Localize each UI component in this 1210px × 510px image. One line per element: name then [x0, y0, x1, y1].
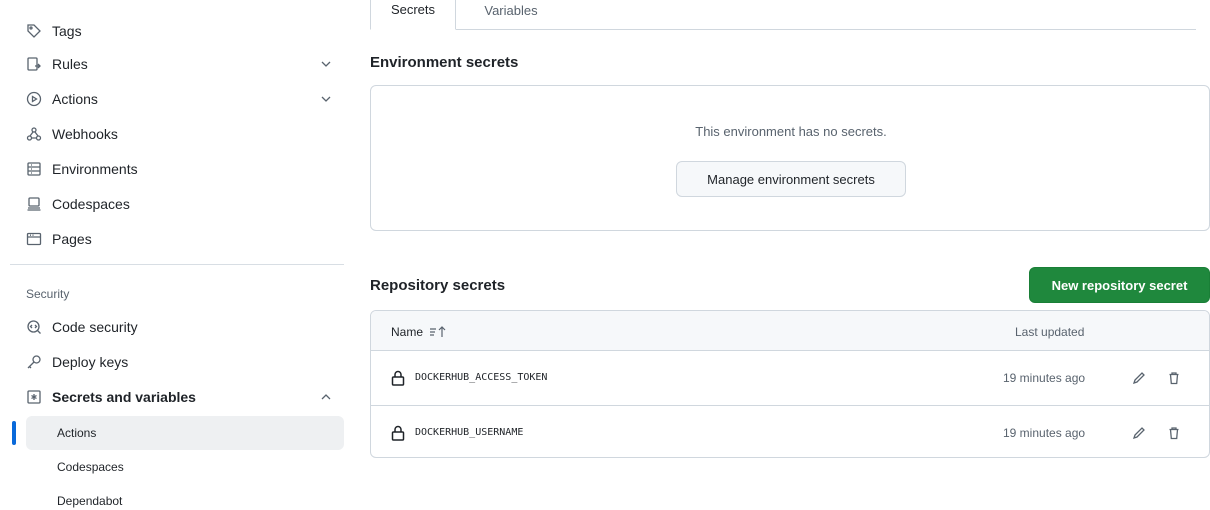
chevron-down-icon[interactable]: [320, 92, 332, 104]
sidebar-item-label: Secrets and variables: [52, 389, 196, 405]
chevron-up-icon[interactable]: [320, 390, 332, 402]
sidebar-subitem-dependabot[interactable]: Dependabot: [26, 484, 344, 510]
secret-name: DOCKERHUB_ACCESS_TOKEN: [415, 372, 548, 383]
sidebar-item-rules[interactable]: Rules: [18, 47, 344, 81]
key-icon: [26, 354, 42, 370]
tab-variables[interactable]: Variables: [466, 0, 556, 30]
table-row: DOCKERHUB_ACCESS_TOKEN 19 minutes ago: [371, 351, 1209, 405]
last-updated-column-header: Last updated: [1015, 325, 1085, 339]
active-indicator: [12, 421, 16, 445]
lock-icon: [391, 425, 405, 441]
lock-icon: [391, 370, 405, 386]
sidebar-item-label: Rules: [52, 56, 88, 72]
sidebar-item-code-security[interactable]: Code security: [18, 310, 344, 344]
table-row: DOCKERHUB_USERNAME 19 minutes ago: [371, 405, 1209, 457]
sidebar-item-environments[interactable]: Environments: [18, 152, 344, 186]
sidebar-item-codespaces[interactable]: Codespaces: [18, 187, 344, 221]
sidebar-item-label: Pages: [52, 231, 92, 247]
sidebar-subitem-codespaces[interactable]: Codespaces: [26, 450, 344, 484]
sidebar-item-label: Environments: [52, 161, 138, 177]
environment-secrets-panel: This environment has no secrets. Manage …: [370, 85, 1210, 231]
webhook-icon: [26, 126, 42, 142]
secrets-variables-tabs: Secrets Variables: [370, 0, 1196, 30]
table-header: Name Last updated: [371, 311, 1209, 351]
sidebar-item-label: Codespaces: [52, 196, 130, 212]
pencil-icon[interactable]: [1129, 368, 1149, 388]
sidebar-item-label: Webhooks: [52, 126, 118, 142]
browser-icon: [26, 231, 42, 247]
play-icon: [26, 91, 42, 107]
trash-icon[interactable]: [1164, 368, 1184, 388]
codescan-icon: [26, 319, 42, 335]
chevron-down-icon[interactable]: [320, 57, 332, 69]
environment-secrets-heading: Environment secrets: [370, 54, 519, 71]
trash-icon[interactable]: [1164, 423, 1184, 443]
codespaces-icon: [26, 196, 42, 212]
sidebar-divider: [10, 264, 344, 265]
pencil-icon[interactable]: [1129, 423, 1149, 443]
sidebar-item-secrets-and-variables[interactable]: Secrets and variables: [18, 380, 344, 414]
sidebar-item-tags[interactable]: Tags: [18, 14, 344, 48]
sidebar-item-label: Deploy keys: [52, 354, 129, 370]
name-column-label: Name: [391, 325, 424, 339]
tag-icon: [26, 23, 42, 39]
sidebar-item-deploy-keys[interactable]: Deploy keys: [18, 345, 344, 379]
secret-updated: 19 minutes ago: [1003, 426, 1086, 440]
settings-sidebar: Tags Rules Actions Webhooks Environments…: [0, 0, 352, 510]
sidebar-item-label: Code security: [52, 319, 138, 335]
repository-secrets-table: Name Last updated DOCKERHUB_ACCESS_TOKEN…: [370, 310, 1210, 458]
environment-empty-message: This environment has no secrets.: [695, 124, 887, 139]
secret-updated: 19 minutes ago: [1003, 371, 1086, 385]
name-column-header[interactable]: Name: [391, 325, 449, 339]
new-repository-secret-button[interactable]: New repository secret: [1029, 267, 1210, 303]
sidebar-section-security: Security: [26, 287, 70, 301]
sidebar-item-label: Tags: [52, 23, 82, 39]
key-asterisk-icon: [26, 389, 42, 405]
manage-environment-secrets-button[interactable]: Manage environment secrets: [676, 161, 906, 197]
sidebar-item-label: Actions: [52, 91, 98, 107]
tab-secrets[interactable]: Secrets: [370, 0, 456, 30]
server-icon: [26, 161, 42, 177]
sidebar-item-pages[interactable]: Pages: [18, 222, 344, 256]
secret-name: DOCKERHUB_USERNAME: [415, 427, 524, 438]
sidebar-subitem-actions[interactable]: Actions: [26, 416, 344, 450]
sidebar-item-actions[interactable]: Actions: [18, 82, 344, 116]
sort-ascending-icon: [430, 326, 446, 337]
sidebar-item-webhooks[interactable]: Webhooks: [18, 117, 344, 151]
rules-icon: [26, 56, 42, 72]
repository-secrets-heading: Repository secrets: [370, 277, 506, 294]
